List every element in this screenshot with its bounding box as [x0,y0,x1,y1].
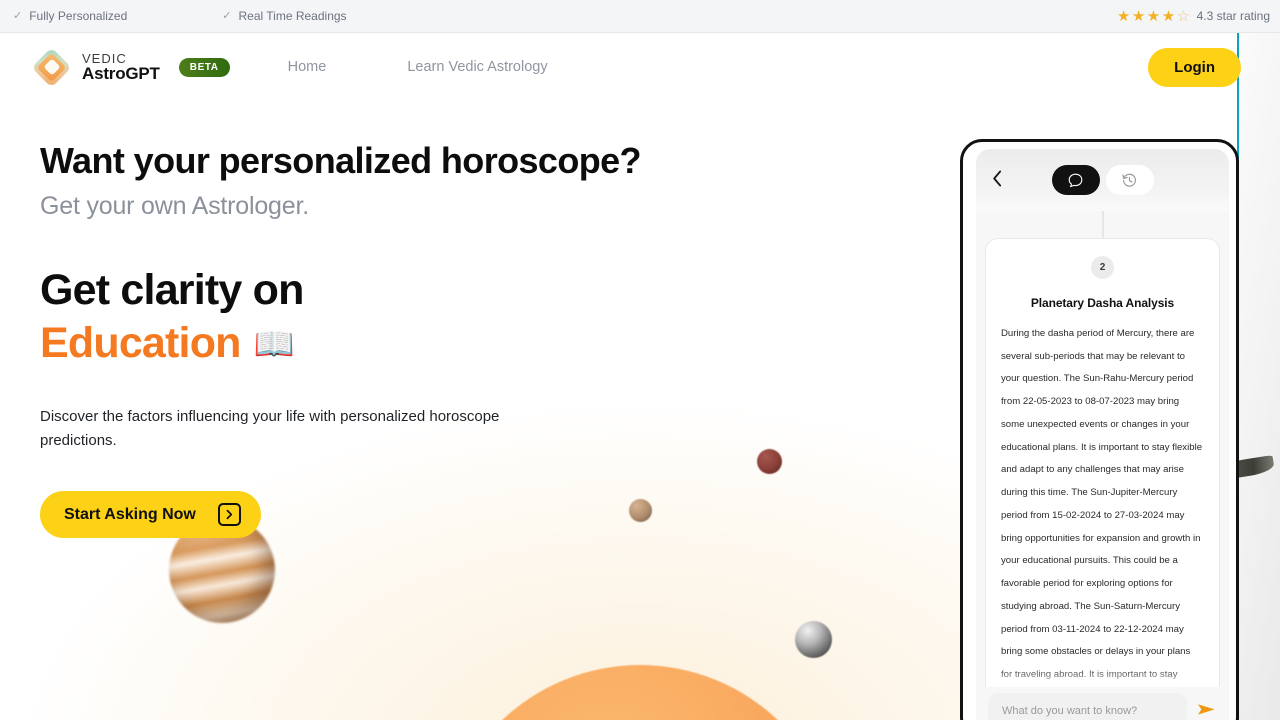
history-clock-icon [1121,172,1138,189]
answer-card: 2 Planetary Dasha Analysis During the da… [985,238,1220,702]
trust-item-personalized: ✓ Fully Personalized [13,9,127,23]
chat-input[interactable] [988,693,1187,720]
step-badge: 2 [1091,256,1114,279]
right-edge-panel [1239,33,1280,720]
trust-item-label: Real Time Readings [238,9,347,23]
brand-name-bottom: AstroGPT [82,63,160,83]
nav-item-home[interactable]: Home [288,59,327,75]
check-icon: ✓ [13,9,23,22]
start-asking-now-button[interactable]: Start Asking Now [40,491,261,539]
site-header: VEDIC AstroGPT BETA Home Learn Vedic Ast… [0,33,1280,101]
send-arrow-icon [1197,702,1216,720]
nav-item-learn-vedic-astrology[interactable]: Learn Vedic Astrology [407,59,547,75]
answer-card-title: Planetary Dasha Analysis [1030,296,1175,310]
chevron-left-icon[interactable] [992,170,1003,190]
trust-bar: ✓ Fully Personalized ✓ Real Time Reading… [0,0,1280,33]
vedic-diamond-logo-icon [31,46,72,88]
login-button[interactable]: Login [1148,47,1241,87]
grey-planet-graphic [795,621,832,658]
tab-chat[interactable] [1051,165,1100,195]
star-icons: ★ ★ ★ ★ ☆ [1117,9,1191,24]
hero-clarity-line: Get clarity on [40,266,304,315]
star-icon: ★ [1116,7,1131,25]
star-rating: ★ ★ ★ ★ ☆ 4.3 star rating [1117,9,1270,24]
hero-topic-word: Education [40,318,241,367]
open-book-icon: 📖 [253,324,295,362]
page-root: ✓ Fully Personalized ✓ Real Time Reading… [0,0,1280,720]
main-nav: Home Learn Vedic Astrology [230,59,548,75]
star-outline-icon: ☆ [1176,7,1191,25]
phone-top-bar [976,149,1229,211]
rating-label: 4.3 star rating [1196,9,1270,23]
trust-item-realtime: ✓ Real Time Readings [222,9,346,23]
trust-item-label: Fully Personalized [29,9,128,23]
check-icon: ✓ [222,9,232,22]
chevron-right-boxed-icon [217,503,241,527]
star-icon: ★ [1131,7,1146,25]
phone-content-area: 2 Planetary Dasha Analysis During the da… [976,211,1229,720]
brand-name-top: VEDIC [82,50,127,66]
star-icon: ★ [1161,7,1176,25]
hero-headline: Want your personalized horoscope? [40,140,642,181]
answer-card-body: During the dasha period of Mercury, ther… [1001,328,1203,701]
tab-history[interactable] [1105,165,1154,195]
hero-subheadline: Get your own Astrologer. [40,192,309,221]
sun-graphic [440,665,840,720]
thread-connector-line [1102,211,1103,239]
brand-logo[interactable]: VEDIC AstroGPT BETA [31,46,230,88]
beta-badge: BETA [178,57,230,77]
brand-wordmark: VEDIC AstroGPT [82,50,160,83]
hero-description: Discover the factors influencing your li… [40,407,500,450]
phone-tab-group [1051,165,1154,195]
phone-mockup: 2 Planetary Dasha Analysis During the da… [960,139,1239,720]
cta-label: Start Asking Now [64,505,196,523]
hero-topic-line: Education 📖 [40,318,740,367]
send-button[interactable] [1195,700,1217,720]
star-icon: ★ [1146,7,1161,25]
phone-screen: 2 Planetary Dasha Analysis During the da… [976,149,1229,720]
red-planet-graphic [757,449,782,474]
phone-composer [976,687,1229,720]
hero-section: Want your personalized horoscope? Get yo… [40,140,740,539]
chat-bubble-icon [1067,172,1084,189]
